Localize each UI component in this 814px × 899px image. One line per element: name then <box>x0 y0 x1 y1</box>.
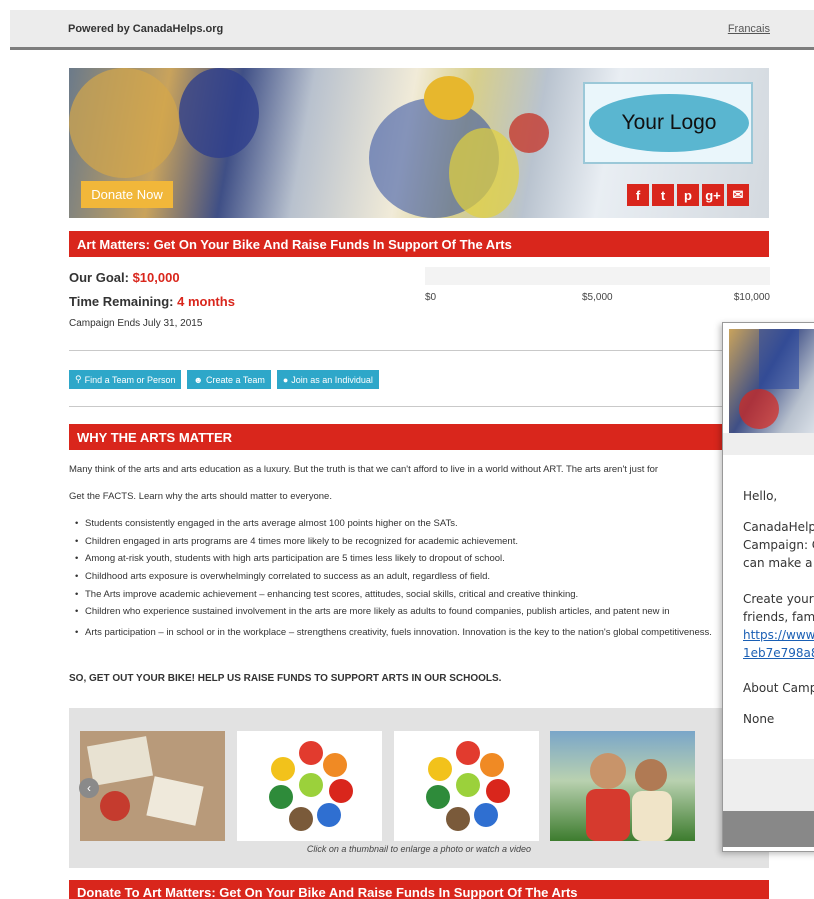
twitter-icon[interactable]: t <box>652 184 674 206</box>
join-individual-label: Join as an Individual <box>291 374 373 385</box>
create-team-label: Create a Team <box>205 374 265 385</box>
gallery-thumbnail[interactable] <box>237 731 382 841</box>
popup-none-text: None <box>743 712 775 726</box>
find-team-button[interactable]: ⚲ Find a Team or Person <box>69 370 182 389</box>
logo-placeholder: Your Logo <box>583 82 753 164</box>
list-item: Arts participation – in school or in the… <box>75 624 735 658</box>
facts-list: Students consistently engaged in the art… <box>75 518 735 658</box>
progress-bar <box>425 267 770 285</box>
facts-paragraph: Get the FACTS. Learn why the arts should… <box>69 491 332 502</box>
popup-image <box>729 329 814 433</box>
tick-label: $5,000 <box>582 292 613 303</box>
group-icon: ☻ <box>193 374 203 385</box>
hero-image-shape <box>179 68 259 158</box>
hero-image-shape <box>424 76 474 120</box>
popup-text-line: Create your <box>743 592 814 606</box>
hero-image-shape <box>69 68 179 178</box>
popup-about-label: About Camp <box>743 681 814 695</box>
list-item: Among at-risk youth, students with high … <box>75 553 735 571</box>
call-to-action-text: SO, GET OUT YOUR BIKE! HELP US RAISE FUN… <box>69 673 502 684</box>
gallery-thumbnail[interactable] <box>550 731 695 841</box>
action-buttons: ⚲ Find a Team or Person ☻ Create a Team … <box>69 370 379 389</box>
popup-link[interactable]: https://www. <box>743 628 814 642</box>
list-item: Students consistently engaged in the art… <box>75 518 735 536</box>
list-item: The Arts improve academic achievement – … <box>75 589 735 607</box>
campaign-title: Art Matters: Get On Your Bike And Raise … <box>69 231 769 257</box>
top-bar: Powered by CanadaHelps.org Francais <box>10 10 814 50</box>
popup-footer <box>723 759 814 811</box>
popup-greeting: Hello, <box>743 489 778 503</box>
time-label: Time Remaining: <box>69 294 174 309</box>
photo-gallery: ‹ Click on a thumbnail to enlarge a phot… <box>69 708 769 868</box>
hero-image-shape <box>509 113 549 153</box>
popup-footer-bar <box>723 811 814 847</box>
section-heading-why: WHY THE ARTS MATTER <box>69 424 729 450</box>
time-remaining-line: Time Remaining: 4 months <box>69 294 235 309</box>
hero-image-shape <box>449 128 519 218</box>
popup-text-line: can make a <box>743 556 813 570</box>
join-individual-button[interactable]: ● Join as an Individual <box>276 370 379 389</box>
popup-divider-band <box>723 433 814 455</box>
donate-now-button[interactable]: Donate Now <box>81 181 173 208</box>
goal-line: Our Goal: $10,000 <box>69 270 180 285</box>
powered-by-text: Powered by CanadaHelps.org <box>68 23 224 35</box>
find-team-label: Find a Team or Person <box>84 374 176 385</box>
list-item: Childhood arts exposure is overwhelmingl… <box>75 571 735 589</box>
chevron-left-icon[interactable]: ‹ <box>79 778 99 798</box>
google-plus-icon[interactable]: g+ <box>702 184 724 206</box>
goal-label: Our Goal: <box>69 270 129 285</box>
divider <box>69 350 769 351</box>
intro-paragraph: Many think of the arts and arts educatio… <box>69 464 659 475</box>
donate-section-title: Donate To Art Matters: Get On Your Bike … <box>69 880 769 899</box>
gallery-caption: Click on a thumbnail to enlarge a photo … <box>306 844 532 854</box>
user-icon: ● <box>282 374 289 385</box>
list-item: Children engaged in arts programs are 4 … <box>75 536 735 554</box>
search-icon: ⚲ <box>75 374 82 384</box>
popup-text-line: friends, fami <box>743 610 814 624</box>
list-item: Children who experience sustained involv… <box>75 606 735 624</box>
hero-banner: Your Logo Donate Now f t p g+ ✉ <box>69 68 769 218</box>
divider <box>69 406 769 407</box>
logo-text: Your Logo <box>589 94 749 152</box>
popup-text-line: CanadaHelp <box>743 520 814 534</box>
email-preview-popup: Hello, CanadaHelp Campaign: C can make a… <box>722 322 814 852</box>
facebook-icon[interactable]: f <box>627 184 649 206</box>
gallery-thumbnail[interactable] <box>394 731 539 841</box>
pinterest-icon[interactable]: p <box>677 184 699 206</box>
popup-link[interactable]: 1eb7e798a8 <box>743 646 814 660</box>
goal-value: $10,000 <box>132 270 180 285</box>
tick-label: $0 <box>425 292 437 303</box>
time-value: 4 months <box>177 294 235 309</box>
social-share-icons: f t p g+ ✉ <box>627 184 749 206</box>
tick-label: $10,000 <box>733 292 770 303</box>
popup-text-line: Campaign: C <box>743 538 814 552</box>
language-link[interactable]: Francais <box>728 23 770 35</box>
create-team-button[interactable]: ☻ Create a Team <box>187 370 271 389</box>
gallery-thumbnail[interactable] <box>80 731 225 841</box>
campaign-end-date: Campaign Ends July 31, 2015 <box>69 318 203 329</box>
email-icon[interactable]: ✉ <box>727 184 749 206</box>
